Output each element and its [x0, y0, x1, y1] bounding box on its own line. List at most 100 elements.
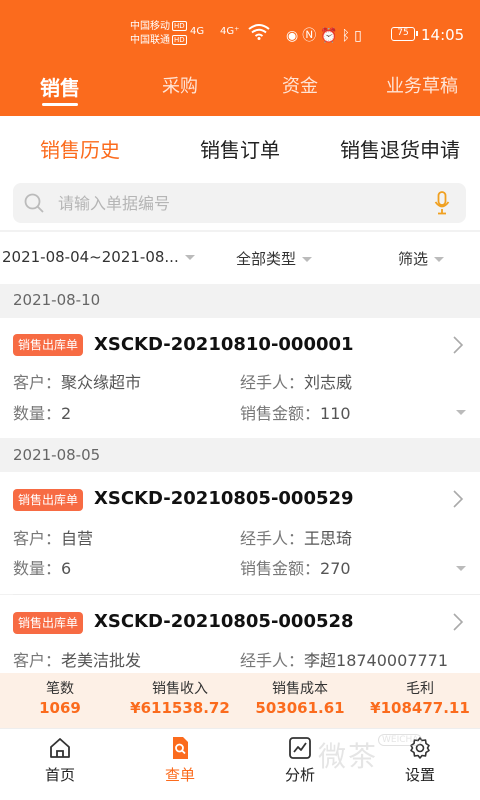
customer-value: 自营: [61, 529, 94, 548]
customer-field: 客户：聚众缘超市: [13, 369, 141, 393]
nav-label: 查单: [164, 766, 195, 784]
tab-label: 资金: [282, 76, 318, 97]
handler-field: 经手人：王思琦: [240, 525, 352, 549]
microphone-icon[interactable]: [434, 191, 450, 215]
amount-value: 110: [320, 404, 351, 423]
battery-icon: 75: [391, 27, 418, 41]
chart-icon: [289, 737, 311, 759]
quantity-field: 数量：6: [13, 555, 71, 579]
customer-value: 聚众缘超市: [61, 373, 142, 392]
date-group-label: 2021-08-10: [13, 291, 101, 309]
summary-value: 1069: [39, 699, 81, 717]
search-input[interactable]: [58, 191, 418, 215]
type-filter-text: 全部类型: [236, 250, 297, 268]
customer-value: 老美洁批发: [61, 651, 142, 670]
order-type-badge: 销售出库单: [13, 489, 84, 511]
customer-label: 客户：: [13, 373, 62, 392]
vibrate-icon: ▯: [354, 28, 366, 44]
summary-value: 503061.61: [255, 699, 345, 717]
handler-label: 经手人：: [240, 529, 305, 548]
order-type-badge: 销售出库单: [13, 612, 84, 634]
customer-label: 客户：: [13, 529, 62, 548]
tab-label: 销售: [40, 76, 80, 100]
tab-purchase[interactable]: 采购: [142, 72, 218, 98]
carrier-1: 中国移动: [130, 21, 170, 32]
order-number: XSCKD-20210805-000529: [94, 488, 354, 509]
customer-label: 客户：: [13, 651, 62, 670]
tab-drafts[interactable]: 业务草稿: [376, 72, 468, 98]
expand-icon[interactable]: [456, 566, 466, 571]
tab-sales[interactable]: 销售: [22, 72, 98, 106]
summary-count: 笔数 1069: [0, 680, 120, 718]
tab-label: 业务草稿: [386, 76, 458, 97]
tab-funds[interactable]: 资金: [262, 72, 338, 98]
home-icon: [50, 738, 70, 758]
customer-field: 客户：老美洁批发: [13, 647, 141, 671]
handler-label: 经手人：: [240, 373, 305, 392]
expand-icon[interactable]: [456, 410, 466, 415]
summary-label: 笔数: [46, 681, 74, 697]
summary-label: 销售成本: [272, 681, 328, 697]
clock: 14:05: [421, 26, 465, 44]
screen-filter-text: 筛选: [398, 250, 429, 268]
quantity-value: 2: [61, 404, 72, 423]
handler-label: 经手人：: [240, 651, 305, 670]
nav-home[interactable]: 首页: [0, 736, 120, 785]
date-range-text: 2021-08-04~2021-08...: [2, 248, 179, 266]
chevron-right-icon[interactable]: [452, 613, 464, 631]
handler-field: 经手人：李超18740007771: [240, 647, 448, 671]
signal-4g-1: 4G: [190, 26, 205, 37]
chevron-right-icon[interactable]: [452, 336, 464, 354]
status-icons: ◉Ⓝ⏰ᛒ▯: [286, 25, 366, 45]
subtab-return-requests[interactable]: 销售退货申请: [340, 134, 460, 163]
quantity-field: 数量：2: [13, 400, 71, 424]
summary-label: 销售收入: [152, 681, 208, 697]
customer-field: 客户：自营: [13, 525, 93, 549]
amount-label: 销售金额：: [240, 404, 321, 423]
bluetooth-icon: ᛒ: [341, 28, 355, 44]
active-tab-indicator: [42, 103, 78, 106]
amount-field: 销售金额：270: [240, 555, 351, 579]
handler-field: 经手人：刘志威: [240, 369, 352, 393]
order-number: XSCKD-20210805-000528: [94, 611, 354, 632]
type-filter[interactable]: 全部类型: [236, 248, 313, 269]
summary-revenue: 销售收入 ¥611538.72: [120, 680, 240, 718]
date-range-filter[interactable]: 2021-08-04~2021-08...: [2, 248, 195, 266]
amount-value: 270: [320, 559, 351, 578]
chevron-right-icon[interactable]: [452, 490, 464, 508]
quantity-value: 6: [61, 559, 72, 578]
quantity-label: 数量：: [13, 404, 62, 423]
summary-cost: 销售成本 503061.61: [240, 680, 360, 718]
subtab-sales-orders[interactable]: 销售订单: [200, 134, 280, 163]
nfc-icon: Ⓝ: [302, 28, 321, 44]
nav-query[interactable]: 查单: [120, 736, 240, 785]
signal-4g-2: 4G⁺: [220, 26, 240, 37]
hd-badge: HD: [172, 21, 187, 31]
handler-value: 李超18740007771: [304, 651, 448, 670]
carrier-2: 中国联通: [130, 35, 170, 46]
handler-value: 刘志威: [304, 373, 353, 392]
order-type-badge: 销售出库单: [13, 334, 84, 356]
subtab-sales-history[interactable]: 销售历史: [40, 134, 120, 163]
summary-profit: 毛利 ¥108477.11: [360, 680, 480, 718]
carrier-info: 中国移动 HD 中国联通 HD: [130, 20, 187, 48]
search-icon: [24, 193, 44, 213]
quantity-label: 数量：: [13, 559, 62, 578]
chevron-down-icon: [302, 257, 313, 262]
hd-badge: HD: [172, 35, 187, 45]
chevron-down-icon: [184, 255, 195, 260]
summary-value: ¥108477.11: [370, 699, 470, 717]
wifi-icon: [248, 24, 270, 40]
status-bar: 中国移动 HD 中国联通 HD 4G 4G⁺ ◉Ⓝ⏰ᛒ▯ 75 14:05: [0, 0, 480, 62]
handler-value: 王思琦: [304, 529, 353, 548]
summary-label: 毛利: [406, 681, 434, 697]
amount-field: 销售金额：110: [240, 400, 351, 424]
chevron-down-icon: [434, 257, 445, 262]
screen-filter[interactable]: 筛选: [398, 248, 445, 269]
alarm-icon: ⏰: [320, 28, 342, 44]
nav-label: 首页: [44, 766, 75, 784]
app-header: 中国移动 HD 中国联通 HD 4G 4G⁺ ◉Ⓝ⏰ᛒ▯ 75 14:05 销售 采…: [0, 0, 480, 116]
eye-icon: ◉: [286, 28, 303, 44]
date-group-label: 2021-08-05: [13, 446, 101, 464]
summary-value: ¥611538.72: [130, 699, 230, 717]
